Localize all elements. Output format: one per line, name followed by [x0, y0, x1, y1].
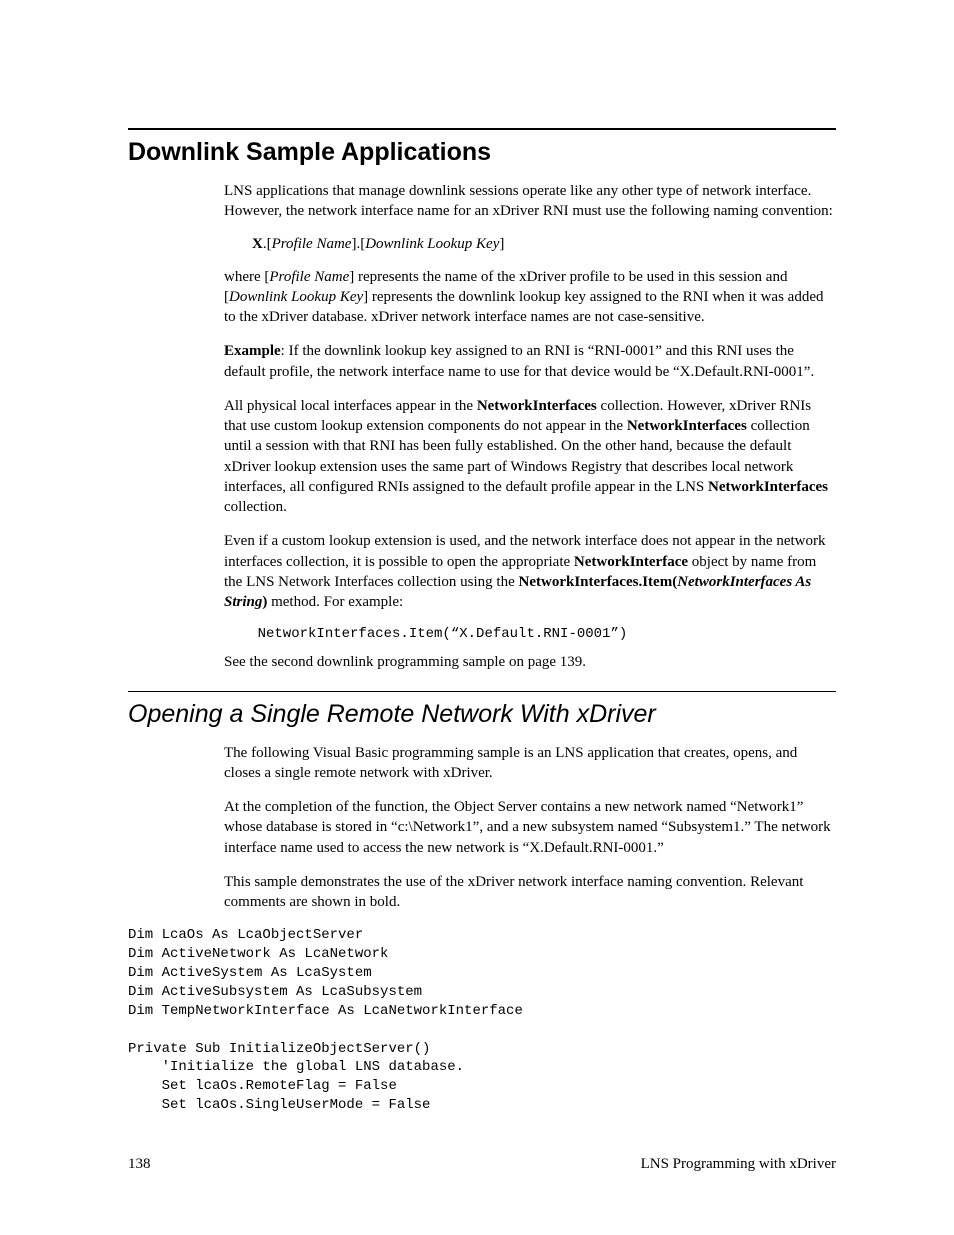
para-where: where [Profile Name] represents the name… — [224, 267, 836, 328]
para-custom: Even if a custom lookup extension is use… — [224, 531, 836, 612]
para-see: See the second downlink programming samp… — [224, 652, 836, 672]
p2i2: Downlink Lookup Key — [229, 289, 363, 305]
conv-profile: Profile Name — [272, 236, 352, 252]
p3a: : If the downlink lookup key assigned to… — [224, 343, 814, 379]
para-completion: At the completion of the function, the O… — [224, 797, 836, 858]
conv-key: Downlink Lookup Key — [365, 236, 499, 252]
conv-t2: ].[ — [351, 236, 365, 252]
naming-convention: X.[Profile Name].[Downlink Lookup Key] — [252, 236, 836, 253]
para-sample-note: This sample demonstrates the use of the … — [224, 872, 836, 913]
conv-t3: ] — [499, 236, 504, 252]
p2i1: Profile Name — [269, 269, 349, 285]
page-footer: 138 LNS Programming with xDriver — [128, 1156, 836, 1173]
p4d: collection. — [224, 499, 287, 515]
body-block-2: The following Visual Basic programming s… — [224, 743, 836, 913]
conv-x: X — [252, 236, 263, 252]
code-item-call: NetworkInterfaces.Item(“X.Default.RNI-00… — [224, 626, 836, 642]
p5b2: NetworkInterfaces.Item( — [519, 574, 678, 590]
footer-title: LNS Programming with xDriver — [641, 1156, 836, 1173]
p5c: method. For example: — [267, 594, 403, 610]
subsection-rule — [128, 691, 836, 692]
p4a: All physical local interfaces appear in … — [224, 398, 477, 414]
heading-downlink: Downlink Sample Applications — [128, 138, 836, 167]
para-vb-intro: The following Visual Basic programming s… — [224, 743, 836, 784]
code-vb-sample: Dim LcaOs As LcaObjectServer Dim ActiveN… — [128, 926, 836, 1115]
p4b2: NetworkInterfaces — [627, 418, 747, 434]
p2a: where [ — [224, 269, 269, 285]
para-interfaces: All physical local interfaces appear in … — [224, 396, 836, 518]
conv-t1: .[ — [263, 236, 272, 252]
page: Downlink Sample Applications LNS applica… — [0, 0, 954, 1235]
p5b1: NetworkInterface — [574, 554, 688, 570]
section-rule — [128, 128, 836, 130]
page-number: 138 — [128, 1156, 151, 1173]
p3b: Example — [224, 343, 281, 359]
para-intro: LNS applications that manage downlink se… — [224, 181, 836, 222]
p4b1: NetworkInterfaces — [477, 398, 597, 414]
heading-opening: Opening a Single Remote Network With xDr… — [128, 700, 836, 729]
p4b3: NetworkInterfaces — [708, 479, 828, 495]
para-example: Example: If the downlink lookup key assi… — [224, 341, 836, 382]
body-block-1: LNS applications that manage downlink se… — [224, 181, 836, 673]
